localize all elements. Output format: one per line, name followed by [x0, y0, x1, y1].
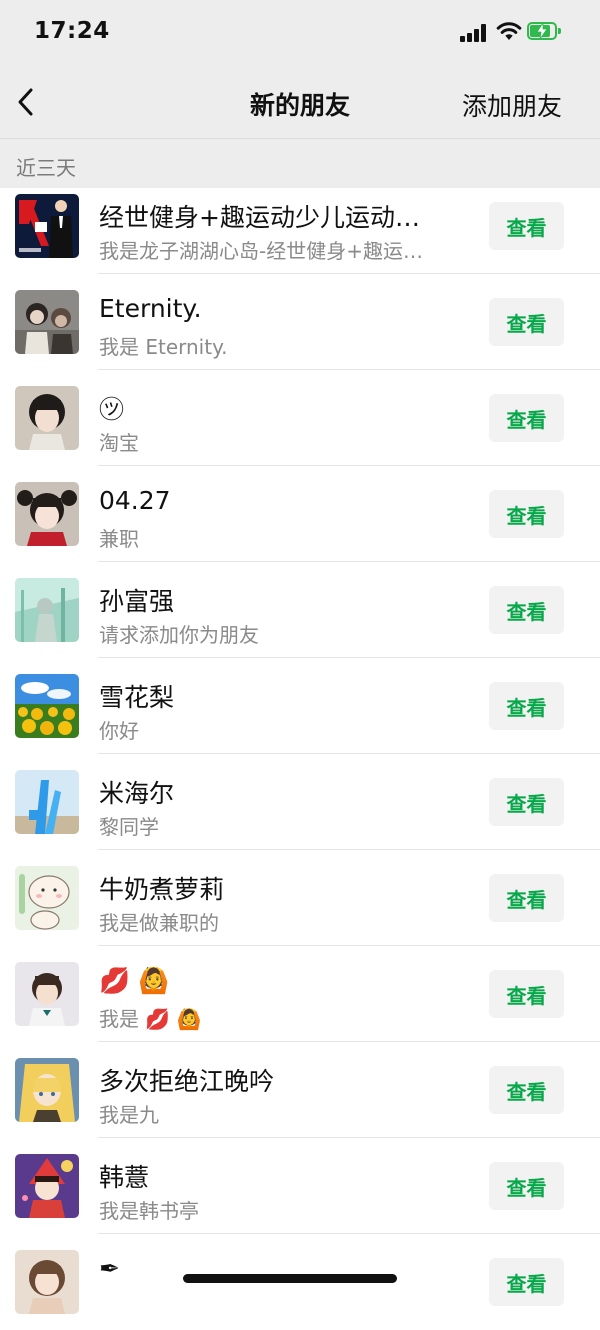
navigation-bar: 新的朋友 添加朋友 — [0, 66, 600, 138]
request-name: 💋 🙆 — [99, 966, 170, 995]
avatar — [15, 194, 79, 258]
avatar — [15, 1058, 79, 1122]
request-message: 淘宝 — [99, 431, 139, 455]
request-message: 我是韩书亭 — [99, 1199, 199, 1223]
avatar — [15, 386, 79, 450]
request-message: 兼职 — [99, 527, 139, 551]
view-button[interactable]: 查看 — [489, 490, 564, 538]
view-button[interactable]: 查看 — [489, 298, 564, 346]
section-label: 近三天 — [16, 156, 76, 180]
avatar — [15, 1154, 79, 1218]
view-button[interactable]: 查看 — [489, 970, 564, 1018]
view-button[interactable]: 查看 — [489, 586, 564, 634]
home-indicator[interactable] — [183, 1274, 397, 1283]
request-name: ㋡ — [99, 395, 125, 424]
friend-request-row[interactable]: 孙富强 请求添加你为朋友 查看 — [0, 562, 600, 658]
friend-request-row[interactable]: 雪花梨 你好 查看 — [0, 658, 600, 754]
request-name: 孙富强 — [99, 587, 175, 616]
friend-request-list: 经世健身+趣运动少儿运动… 我是龙子湖湖心岛-经世健身+趣运… 查看 Etern… — [0, 178, 600, 1330]
request-message: 黎同学 — [99, 815, 159, 839]
friend-request-row[interactable]: Eternity. 我是 Eternity. 查看 — [0, 274, 600, 370]
friend-request-row[interactable]: 04.27 兼职 查看 — [0, 466, 600, 562]
cellular-signal-icon — [460, 24, 488, 42]
avatar — [15, 866, 79, 930]
request-message: 我是龙子湖湖心岛-经世健身+趣运… — [99, 239, 423, 263]
request-message: 我是 Eternity. — [99, 335, 228, 359]
request-name: 雪花梨 — [99, 683, 175, 712]
view-button[interactable]: 查看 — [489, 394, 564, 442]
avatar — [15, 290, 79, 354]
status-time: 17:24 — [34, 18, 110, 44]
friend-request-row[interactable]: 经世健身+趣运动少儿运动… 我是龙子湖湖心岛-经世健身+趣运… 查看 — [0, 178, 600, 274]
add-friend-button[interactable]: 添加朋友 — [462, 87, 562, 123]
top-bar: 17:24 新的朋友 添加朋友 — [0, 0, 600, 138]
request-message: 你好 — [99, 719, 139, 743]
avatar — [15, 578, 79, 642]
avatar — [15, 770, 79, 834]
view-button[interactable]: 查看 — [489, 682, 564, 730]
request-name: 米海尔 — [99, 779, 175, 808]
view-button[interactable]: 查看 — [489, 1066, 564, 1114]
request-message: 请求添加你为朋友 — [99, 623, 259, 647]
request-message: 我是 💋 🙆 — [99, 1007, 202, 1031]
request-name: Eternity. — [99, 294, 202, 323]
avatar — [15, 1250, 79, 1314]
view-button[interactable]: 查看 — [489, 1258, 564, 1306]
request-name: 牛奶煮萝莉 — [99, 875, 225, 904]
view-button[interactable]: 查看 — [489, 874, 564, 922]
battery-charging-icon — [527, 22, 561, 40]
view-button[interactable]: 查看 — [489, 778, 564, 826]
request-message: 我是做兼职的 — [99, 911, 219, 935]
friend-request-row[interactable]: 牛奶煮萝莉 我是做兼职的 查看 — [0, 850, 600, 946]
request-message: 我是九 — [99, 1103, 159, 1127]
avatar — [15, 674, 79, 738]
view-button[interactable]: 查看 — [489, 202, 564, 250]
friend-request-row[interactable]: 米海尔 黎同学 查看 — [0, 754, 600, 850]
friend-request-row[interactable]: ㋡ 淘宝 查看 — [0, 370, 600, 466]
request-name: 韩薏 — [99, 1163, 150, 1192]
avatar — [15, 962, 79, 1026]
status-bar: 17:24 — [0, 0, 600, 66]
request-name: 多次拒绝江晚吟 — [99, 1067, 275, 1096]
avatar — [15, 482, 79, 546]
wifi-icon — [496, 22, 522, 40]
friend-request-row[interactable]: 韩薏 我是韩书亭 查看 — [0, 1138, 600, 1234]
request-name: 04.27 — [99, 486, 171, 515]
view-button[interactable]: 查看 — [489, 1162, 564, 1210]
friend-request-row[interactable]: 💋 🙆 我是 💋 🙆 查看 — [0, 946, 600, 1042]
request-name: 经世健身+趣运动少儿运动… — [99, 203, 420, 232]
friend-request-row[interactable]: 多次拒绝江晚吟 我是九 查看 — [0, 1042, 600, 1138]
